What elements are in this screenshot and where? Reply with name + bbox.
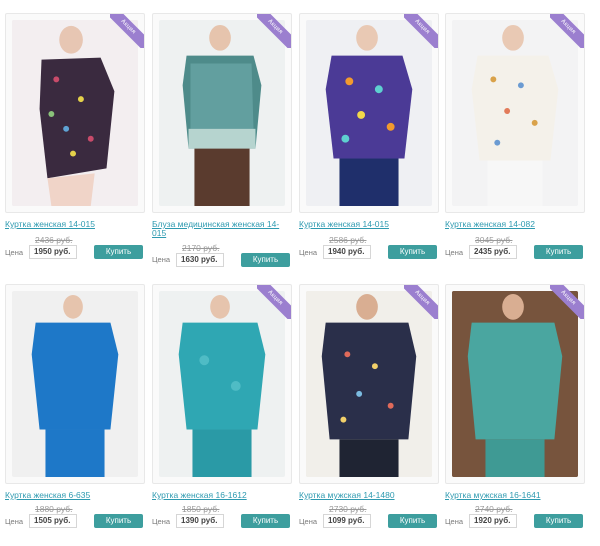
promo-ribbon: Акция — [257, 285, 291, 319]
product-title-link[interactable]: Куртка женская 16-1612 — [152, 491, 292, 500]
old-price: 2170 руб. — [182, 243, 220, 253]
product-photo[interactable]: Акция — [299, 13, 439, 213]
product-card: Акция Куртка женская 14-015 2436 руб. Це… — [5, 13, 145, 275]
product-photo[interactable]: Акция — [5, 13, 145, 213]
price-label: Цена — [299, 248, 318, 257]
old-price: 2586 руб. — [329, 235, 367, 245]
promo-ribbon: Акция — [404, 285, 438, 319]
promo-ribbon: Акция — [404, 14, 438, 48]
product-title-link[interactable]: Куртка мужская 16-1641 — [445, 491, 585, 500]
product-title-link[interactable]: Куртка женская 14-082 — [445, 220, 585, 229]
product-photo[interactable]: Акция — [152, 13, 292, 213]
price-value: 1630 руб. — [176, 253, 224, 267]
promo-ribbon: Акция — [550, 14, 584, 48]
price-label: Цена — [5, 248, 24, 257]
product-photo[interactable]: Акция — [445, 284, 585, 484]
product-photo[interactable]: Акция — [299, 284, 439, 484]
old-price: 2730 руб. — [329, 504, 367, 514]
price-label: Цена — [445, 517, 464, 526]
promo-ribbon: Акция — [257, 14, 291, 48]
buy-button[interactable]: Купить — [534, 245, 583, 259]
price-label: Цена — [299, 517, 318, 526]
price-value: 1390 руб. — [176, 514, 224, 528]
promo-ribbon: Акция — [550, 285, 584, 319]
price-label: Цена — [152, 517, 171, 526]
price-value: 1940 руб. — [323, 245, 371, 259]
price-value: 1920 руб. — [469, 514, 517, 528]
price-label: Цена — [445, 248, 464, 257]
product-card: Акция Куртка женская 16-1612 1850 руб. Ц… — [152, 284, 292, 546]
product-card: Куртка женская 6-635 1880 руб. Цена 1505… — [5, 284, 145, 546]
product-card: Акция Куртка мужская 14-1480 2730 руб. Ц… — [299, 284, 439, 546]
old-price: 1850 руб. — [182, 504, 220, 514]
product-title-link[interactable]: Куртка женская 14-015 — [5, 220, 145, 229]
promo-ribbon: Акция — [110, 14, 144, 48]
buy-button[interactable]: Купить — [94, 245, 143, 259]
buy-button[interactable]: Купить — [241, 253, 290, 267]
old-price: 2436 руб. — [35, 235, 73, 245]
old-price: 2740 руб. — [475, 504, 513, 514]
price-value: 2435 руб. — [469, 245, 517, 259]
product-photo[interactable] — [5, 284, 145, 484]
product-card: Акция Куртка женская 14-082 3045 руб. Це… — [445, 13, 585, 275]
product-photo[interactable]: Акция — [445, 13, 585, 213]
old-price: 1880 руб. — [35, 504, 73, 514]
buy-button[interactable]: Купить — [388, 514, 437, 528]
product-title-link[interactable]: Куртка женская 6-635 — [5, 491, 145, 500]
buy-button[interactable]: Купить — [534, 514, 583, 528]
product-card: Акция Куртка мужская 16-1641 2740 руб. Ц… — [445, 284, 585, 546]
product-photo[interactable]: Акция — [152, 284, 292, 484]
buy-button[interactable]: Купить — [241, 514, 290, 528]
old-price: 3045 руб. — [475, 235, 513, 245]
product-title-link[interactable]: Куртка мужская 14-1480 — [299, 491, 439, 500]
buy-button[interactable]: Купить — [94, 514, 143, 528]
product-card: Акция Блуза медицинская женская 14-015 2… — [152, 13, 292, 275]
product-title-link[interactable]: Блуза медицинская женская 14-015 — [152, 220, 292, 238]
buy-button[interactable]: Купить — [388, 245, 437, 259]
price-value: 1505 руб. — [29, 514, 77, 528]
price-value: 1099 руб. — [323, 514, 371, 528]
product-title-link[interactable]: Куртка женская 14-015 — [299, 220, 439, 229]
price-value: 1950 руб. — [29, 245, 77, 259]
price-label: Цена — [5, 517, 24, 526]
price-label: Цена — [152, 255, 171, 264]
product-card: Акция Куртка женская 14-015 2586 руб. Це… — [299, 13, 439, 275]
